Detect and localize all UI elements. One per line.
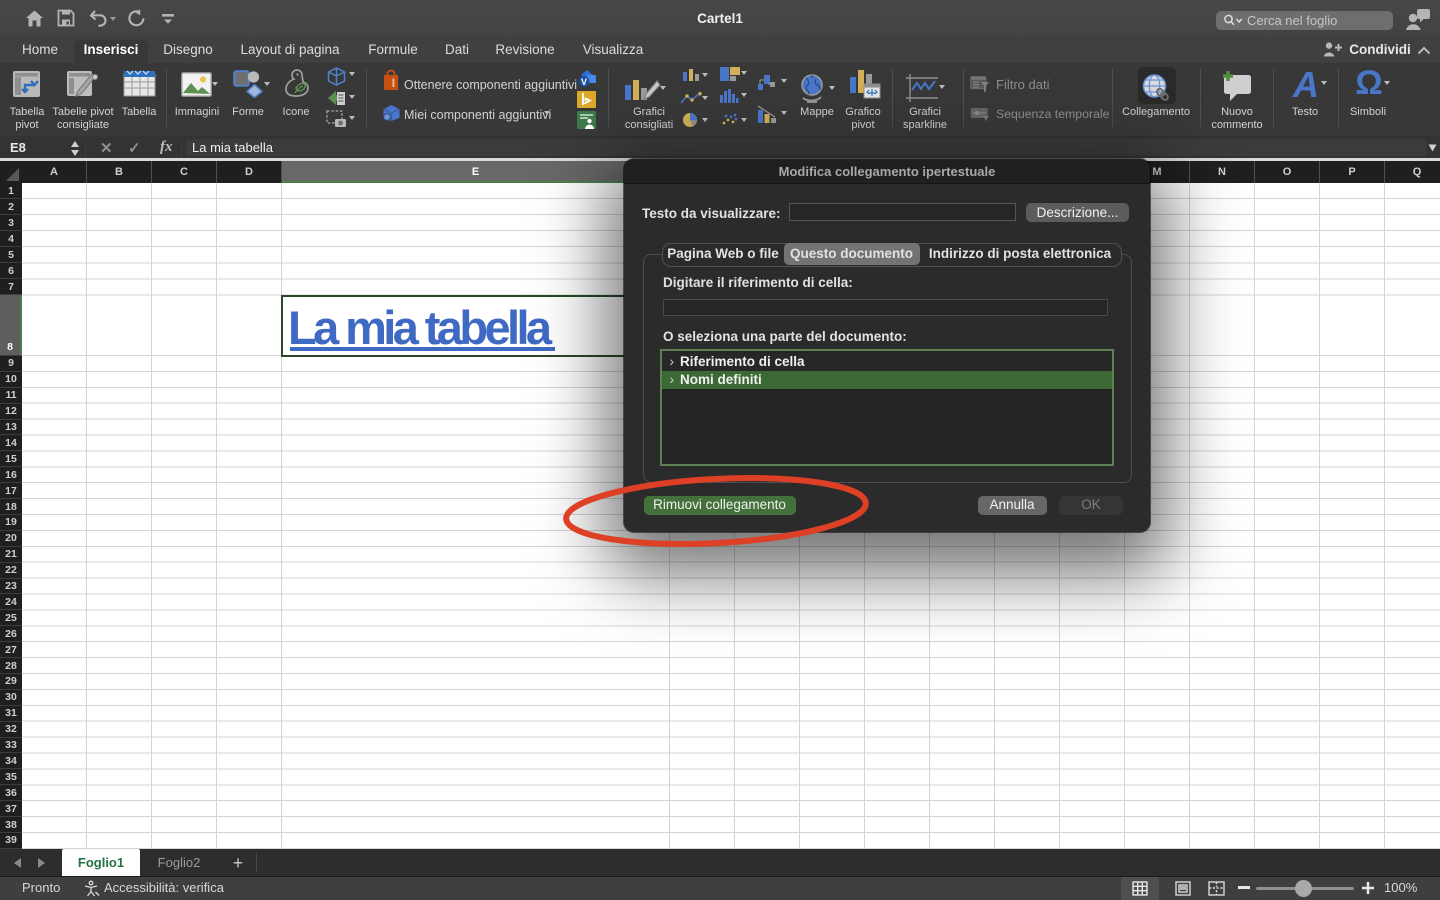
- svg-text:V: V: [581, 77, 587, 87]
